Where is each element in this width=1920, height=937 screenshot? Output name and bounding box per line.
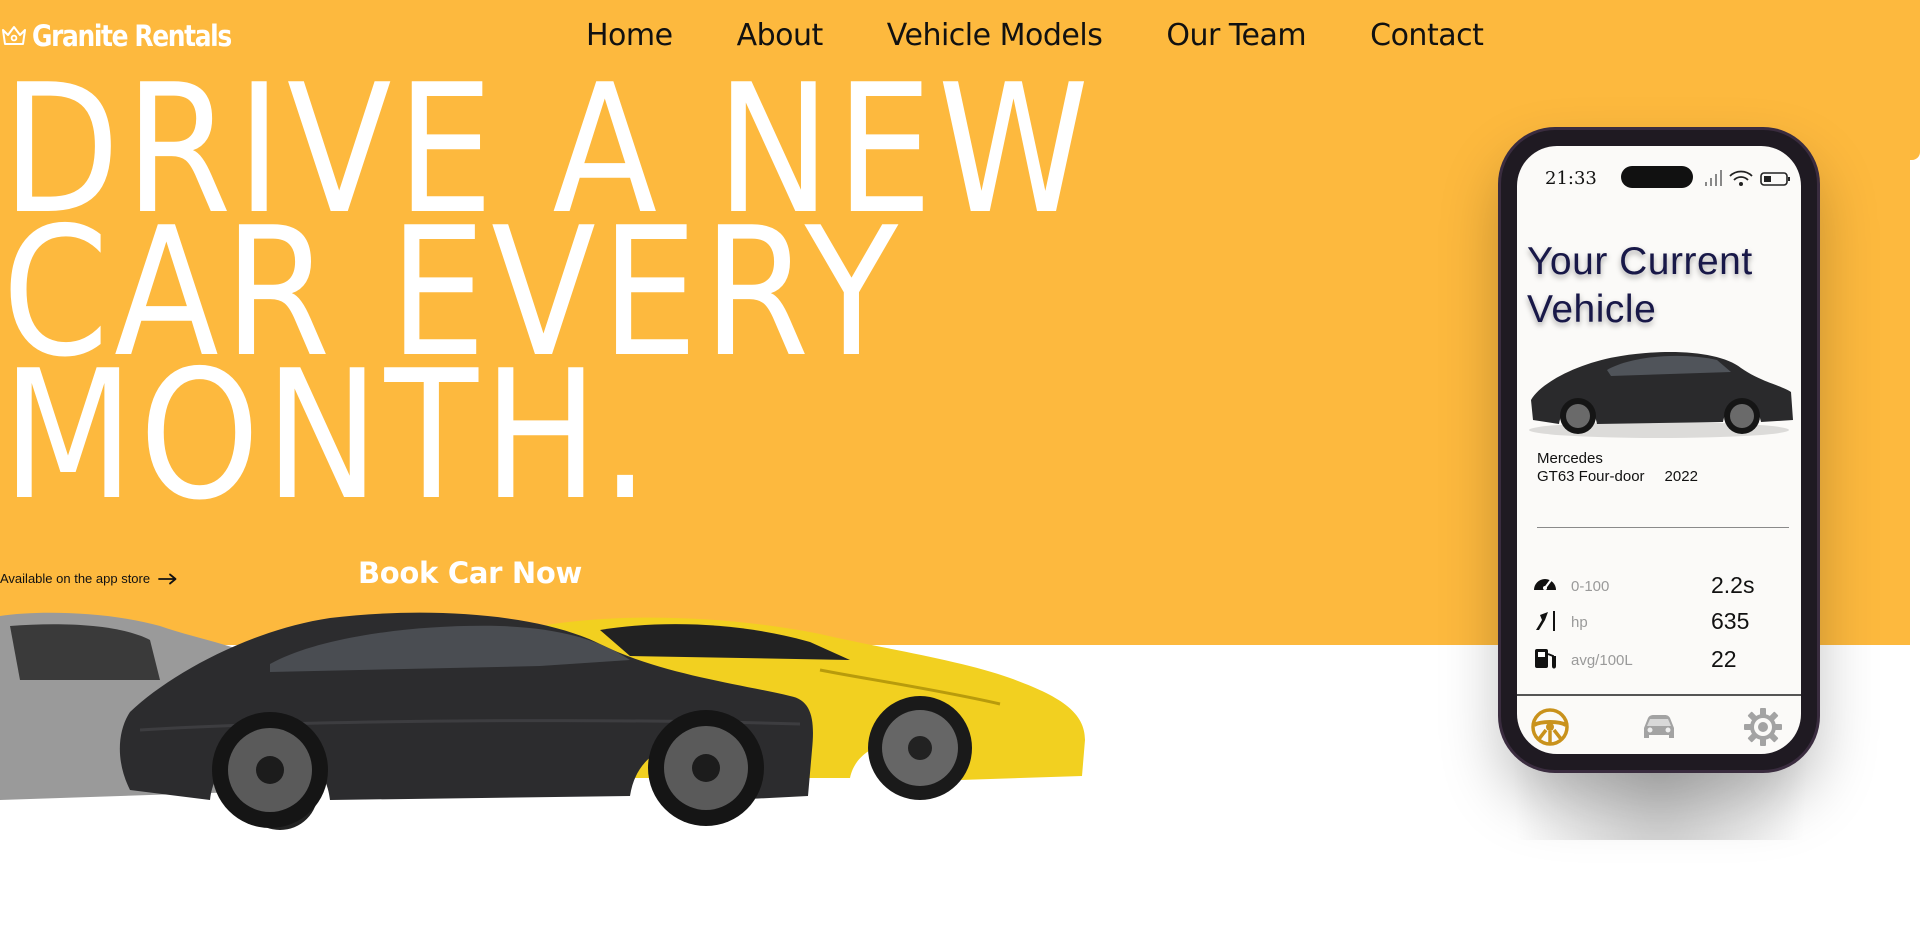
steering-wheel-icon[interactable] xyxy=(1529,706,1571,748)
stat-label: avg/100L xyxy=(1571,652,1633,669)
car-make: Mercedes xyxy=(1537,450,1603,467)
title-line: Your Current xyxy=(1527,240,1753,283)
phone-screen: 21:33 Your Current Vehicle Mercedes GT63… xyxy=(1517,146,1801,754)
cars-illustration xyxy=(0,612,1085,830)
status-time: 21:33 xyxy=(1545,168,1597,189)
stat-value: 2.2s xyxy=(1711,572,1755,598)
stat-row-fuel: avg/100L 22 xyxy=(1531,644,1791,674)
signal-icon xyxy=(1705,170,1722,186)
dynamic-island xyxy=(1621,166,1693,188)
car-model-row: GT63 Four-door 2022 xyxy=(1537,468,1698,485)
stat-value: 635 xyxy=(1711,608,1750,634)
fuel-pump-icon xyxy=(1535,649,1556,669)
car-icon[interactable] xyxy=(1638,706,1680,748)
app-store-link[interactable]: Available on the app store xyxy=(0,571,178,586)
hero-corner-tab xyxy=(1880,0,1920,160)
nav-contact[interactable]: Contact xyxy=(1370,18,1484,53)
stat-label: hp xyxy=(1571,614,1588,631)
hero-headline: DRIVE A NEW CAR EVERY MONTH. xyxy=(2,61,1094,539)
stat-row-horsepower: hp 635 xyxy=(1531,606,1791,636)
current-car-image xyxy=(1529,352,1793,438)
app-store-text: Available on the app store xyxy=(0,571,151,586)
arrow-right-icon xyxy=(158,573,177,584)
settings-gear-icon[interactable] xyxy=(1742,706,1784,748)
headline-line: MONTH. xyxy=(2,332,655,539)
title-line: Vehicle xyxy=(1527,288,1657,331)
stat-value: 22 xyxy=(1711,646,1737,672)
speedometer-icon xyxy=(1534,578,1556,590)
status-icons xyxy=(1705,170,1790,186)
divider xyxy=(1537,527,1789,528)
phone-mockup: 21:33 Your Current Vehicle Mercedes GT63… xyxy=(1501,130,1817,770)
horsepower-arrow-icon xyxy=(1536,611,1555,631)
stat-row-acceleration: 0-100 2.2s xyxy=(1531,570,1791,600)
car-year: 2022 xyxy=(1664,468,1698,485)
battery-icon xyxy=(1760,172,1790,186)
wifi-icon xyxy=(1729,170,1753,186)
tabbar-divider xyxy=(1517,694,1801,696)
nav-our-team[interactable]: Our Team xyxy=(1166,18,1306,53)
stat-label: 0-100 xyxy=(1571,578,1610,595)
current-vehicle-title: Your Current Vehicle xyxy=(1527,238,1753,334)
car-model: GT63 Four-door xyxy=(1537,468,1645,485)
book-car-now-button[interactable]: Book Car Now xyxy=(358,556,582,590)
